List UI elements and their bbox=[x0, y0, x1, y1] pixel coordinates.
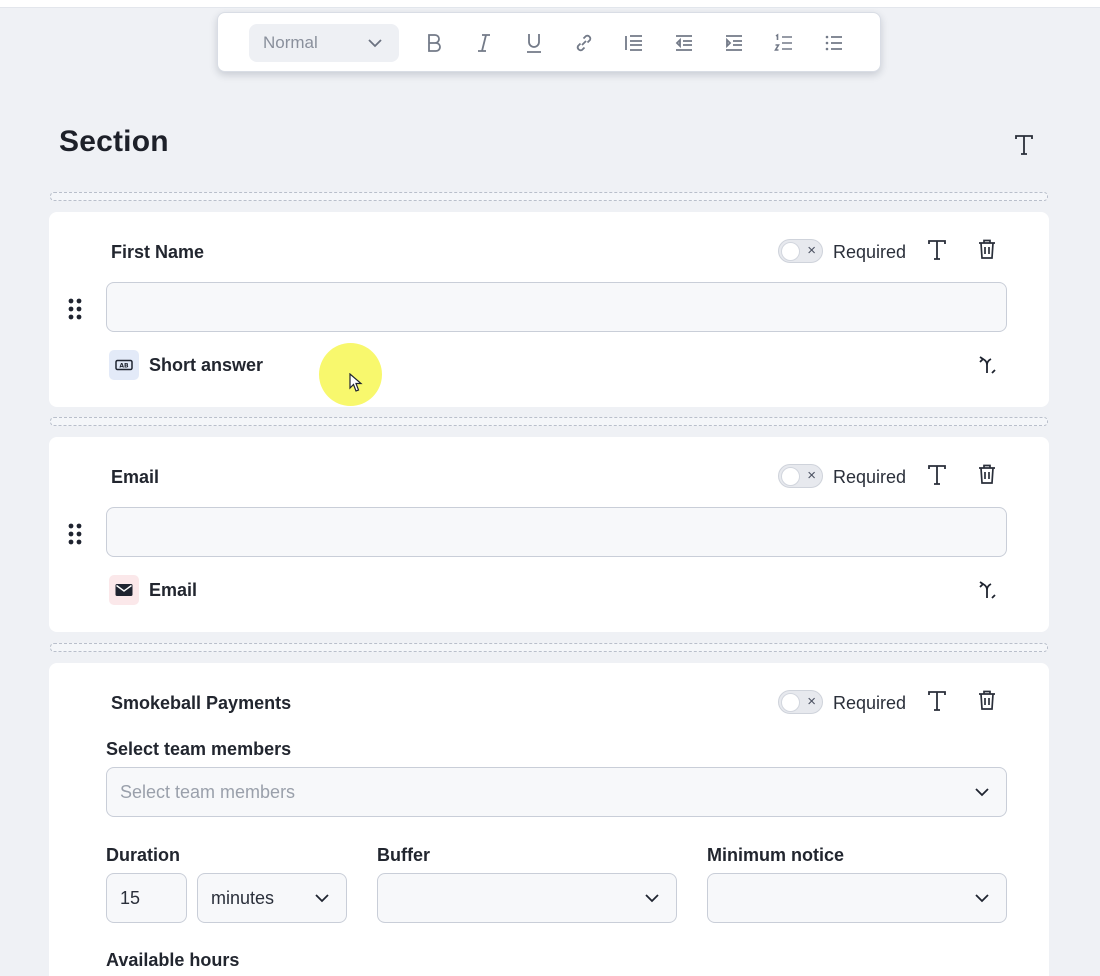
window-top-edge bbox=[0, 0, 1100, 8]
mouse-pointer-icon bbox=[349, 373, 363, 392]
minimum-notice-select[interactable] bbox=[707, 873, 1007, 923]
short-answer-icon: AB bbox=[109, 350, 139, 380]
duration-label: Duration bbox=[106, 845, 180, 865]
close-icon: × bbox=[807, 467, 816, 484]
trash-icon[interactable] bbox=[975, 688, 999, 712]
field-label[interactable]: Email bbox=[111, 467, 159, 488]
required-label: Required bbox=[833, 242, 907, 262]
link-icon[interactable] bbox=[572, 31, 596, 55]
trash-icon[interactable] bbox=[975, 462, 999, 486]
drop-zone[interactable] bbox=[50, 192, 1048, 201]
required-label: Required bbox=[833, 693, 907, 713]
chevron-down-icon bbox=[975, 894, 989, 903]
available-hours-label: Available hours bbox=[106, 950, 240, 970]
duration-unit-value: minutes bbox=[211, 888, 275, 908]
align-left-icon[interactable] bbox=[622, 31, 646, 55]
drop-zone[interactable] bbox=[50, 643, 1048, 652]
chevron-down-icon bbox=[975, 788, 989, 797]
indent-icon[interactable] bbox=[722, 31, 746, 55]
toggle-knob bbox=[781, 242, 800, 261]
underline-icon[interactable] bbox=[522, 31, 546, 55]
bold-icon[interactable] bbox=[422, 31, 446, 55]
envelope-icon bbox=[109, 575, 139, 605]
block-style-value: Normal bbox=[263, 33, 318, 52]
first-name-input-preview[interactable] bbox=[106, 282, 1007, 332]
outdent-icon[interactable] bbox=[672, 31, 696, 55]
close-icon: × bbox=[807, 242, 816, 259]
buffer-label: Buffer bbox=[377, 845, 430, 865]
duration-input[interactable]: 15 bbox=[106, 873, 187, 923]
text-format-icon[interactable] bbox=[1012, 133, 1036, 157]
chevron-down-icon bbox=[645, 894, 659, 903]
drag-handle-icon[interactable] bbox=[67, 297, 83, 321]
branch-logic-icon[interactable] bbox=[975, 353, 999, 377]
trash-icon[interactable] bbox=[975, 237, 999, 261]
duration-value: 15 bbox=[120, 888, 141, 908]
close-icon: × bbox=[807, 693, 816, 710]
text-format-icon[interactable] bbox=[925, 463, 949, 487]
required-label: Required bbox=[833, 467, 907, 487]
minimum-notice-label: Minimum notice bbox=[707, 845, 845, 865]
field-card-email: Email × Required Email bbox=[49, 437, 1049, 632]
bulleted-list-icon[interactable] bbox=[822, 31, 846, 55]
chevron-down-icon bbox=[368, 39, 382, 48]
text-format-icon[interactable] bbox=[925, 238, 949, 262]
field-card-first-name: First Name × Required AB Short answer bbox=[49, 212, 1049, 407]
chevron-down-icon bbox=[315, 894, 329, 903]
drop-zone[interactable] bbox=[50, 417, 1048, 426]
team-members-placeholder: Select team members bbox=[120, 782, 296, 802]
branch-logic-icon[interactable] bbox=[975, 578, 999, 602]
svg-text:AB: AB bbox=[119, 363, 129, 370]
drag-handle-icon[interactable] bbox=[67, 522, 83, 546]
required-toggle[interactable]: × bbox=[778, 464, 823, 488]
required-toggle[interactable]: × bbox=[778, 239, 823, 263]
toggle-knob bbox=[781, 467, 800, 486]
field-label[interactable]: Smokeball Payments bbox=[111, 693, 291, 714]
field-type-label: Email bbox=[149, 580, 198, 600]
field-card-payments: Smokeball Payments × Required Select tea… bbox=[49, 663, 1049, 976]
numbered-list-icon[interactable] bbox=[772, 31, 796, 55]
required-toggle[interactable]: × bbox=[778, 690, 823, 714]
team-members-select[interactable]: Select team members bbox=[106, 767, 1007, 817]
email-input-preview[interactable] bbox=[106, 507, 1007, 557]
toggle-knob bbox=[781, 693, 800, 712]
formatting-toolbar: Normal bbox=[217, 12, 881, 72]
buffer-select[interactable] bbox=[377, 873, 677, 923]
text-format-icon[interactable] bbox=[925, 689, 949, 713]
section-title[interactable]: Section bbox=[59, 125, 169, 159]
block-style-select[interactable]: Normal bbox=[249, 24, 399, 62]
field-label[interactable]: First Name bbox=[111, 242, 204, 263]
italic-icon[interactable] bbox=[472, 31, 496, 55]
team-members-label: Select team members bbox=[106, 739, 292, 759]
field-type-label: Short answer bbox=[149, 355, 264, 375]
duration-unit-select[interactable]: minutes bbox=[197, 873, 347, 923]
